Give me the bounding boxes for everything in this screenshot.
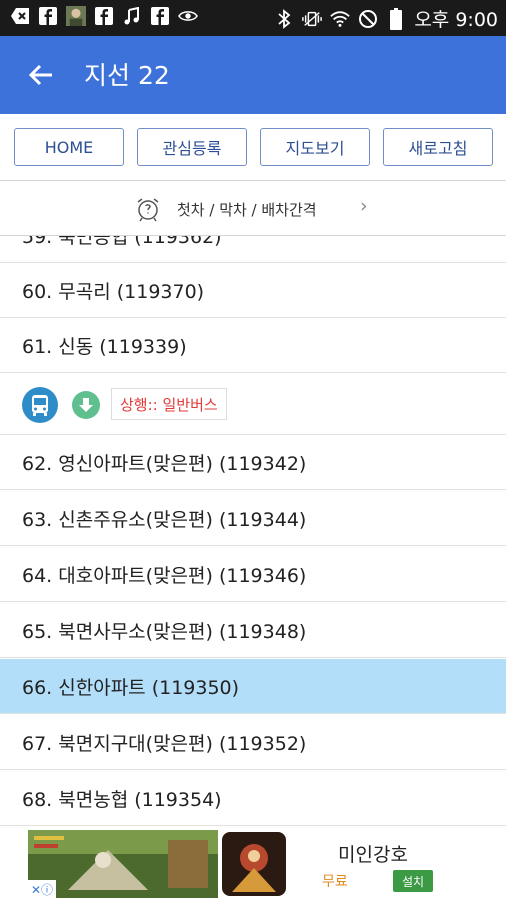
favorite-button[interactable]: 관심등록	[137, 128, 247, 166]
facebook-icon	[38, 6, 58, 26]
notification-icons	[10, 6, 198, 26]
alarm-clock-icon	[135, 196, 161, 222]
clock: 오후 9:00	[414, 9, 498, 31]
refresh-button[interactable]: 새로고침	[383, 128, 493, 166]
list-item[interactable]: 68. 북면농협 (119354)	[0, 771, 506, 826]
facebook-icon	[94, 6, 114, 26]
eye-icon	[178, 6, 198, 26]
bus-direction-badge: 상행:: 일반버스	[111, 388, 227, 420]
status-bar: 오후 9:00	[0, 0, 506, 36]
list-item[interactable]: 63. 신촌주유소(맞은편) (119344)	[0, 491, 506, 546]
ad-app-thumbnail[interactable]	[222, 832, 286, 896]
schedule-info-label: 첫차 / 막차 / 배차간격	[177, 201, 317, 219]
ad-choices-icon[interactable]: ✕ⓘ	[28, 880, 57, 898]
ad-install-button[interactable]: 설치	[393, 870, 433, 892]
vibrate-icon	[302, 9, 323, 29]
arrow-down-icon	[72, 391, 100, 419]
list-item[interactable]: 65. 북면사무소(맞은편) (119348)	[0, 603, 506, 658]
back-button[interactable]	[26, 60, 56, 90]
wifi-icon	[330, 9, 351, 29]
page-title: 지선 22	[84, 61, 170, 90]
stop-list[interactable]: 59. 북면농협 (119362) 60. 무곡리 (119370) 61. 신…	[0, 236, 506, 828]
home-button[interactable]: HOME	[14, 128, 124, 166]
do-not-disturb-icon	[358, 9, 378, 29]
list-item[interactable]: 64. 대호아파트(맞은편) (119346)	[0, 547, 506, 602]
bluetooth-icon	[274, 8, 294, 29]
list-item-selected[interactable]: 66. 신한아파트 (119350)	[0, 659, 506, 714]
facebook-icon	[150, 6, 170, 26]
arrow-left-icon	[28, 64, 52, 86]
battery-icon	[386, 7, 406, 30]
schedule-info-row[interactable]: 첫차 / 막차 / 배차간격 ›	[0, 181, 506, 236]
bus-position-row: 상행:: 일반버스	[0, 373, 506, 435]
list-item[interactable]: 59. 북면농협 (119362)	[0, 236, 506, 263]
avatar-icon	[66, 6, 86, 26]
map-button[interactable]: 지도보기	[260, 128, 370, 166]
app-bar: 지선 22	[0, 36, 506, 114]
ad-game-image[interactable]	[28, 830, 218, 898]
system-icons: 오후 9:00	[274, 5, 498, 32]
bus-icon[interactable]	[22, 387, 58, 423]
remove-icon	[10, 6, 30, 26]
list-item[interactable]: 60. 무곡리 (119370)	[0, 263, 506, 318]
list-item[interactable]: 61. 신동 (119339)	[0, 318, 506, 373]
ad-banner[interactable]: ✕ⓘ 미인강호 무료 설치	[0, 828, 506, 900]
chevron-right-icon: ›	[360, 195, 368, 217]
list-item[interactable]: 67. 북면지구대(맞은편) (119352)	[0, 715, 506, 770]
action-toolbar: HOME 관심등록 지도보기 새로고침	[0, 114, 506, 181]
ad-title: 미인강호	[338, 844, 408, 866]
list-item[interactable]: 62. 영신아파트(맞은편) (119342)	[0, 435, 506, 490]
music-icon	[122, 6, 142, 26]
ad-price: 무료	[322, 874, 348, 890]
